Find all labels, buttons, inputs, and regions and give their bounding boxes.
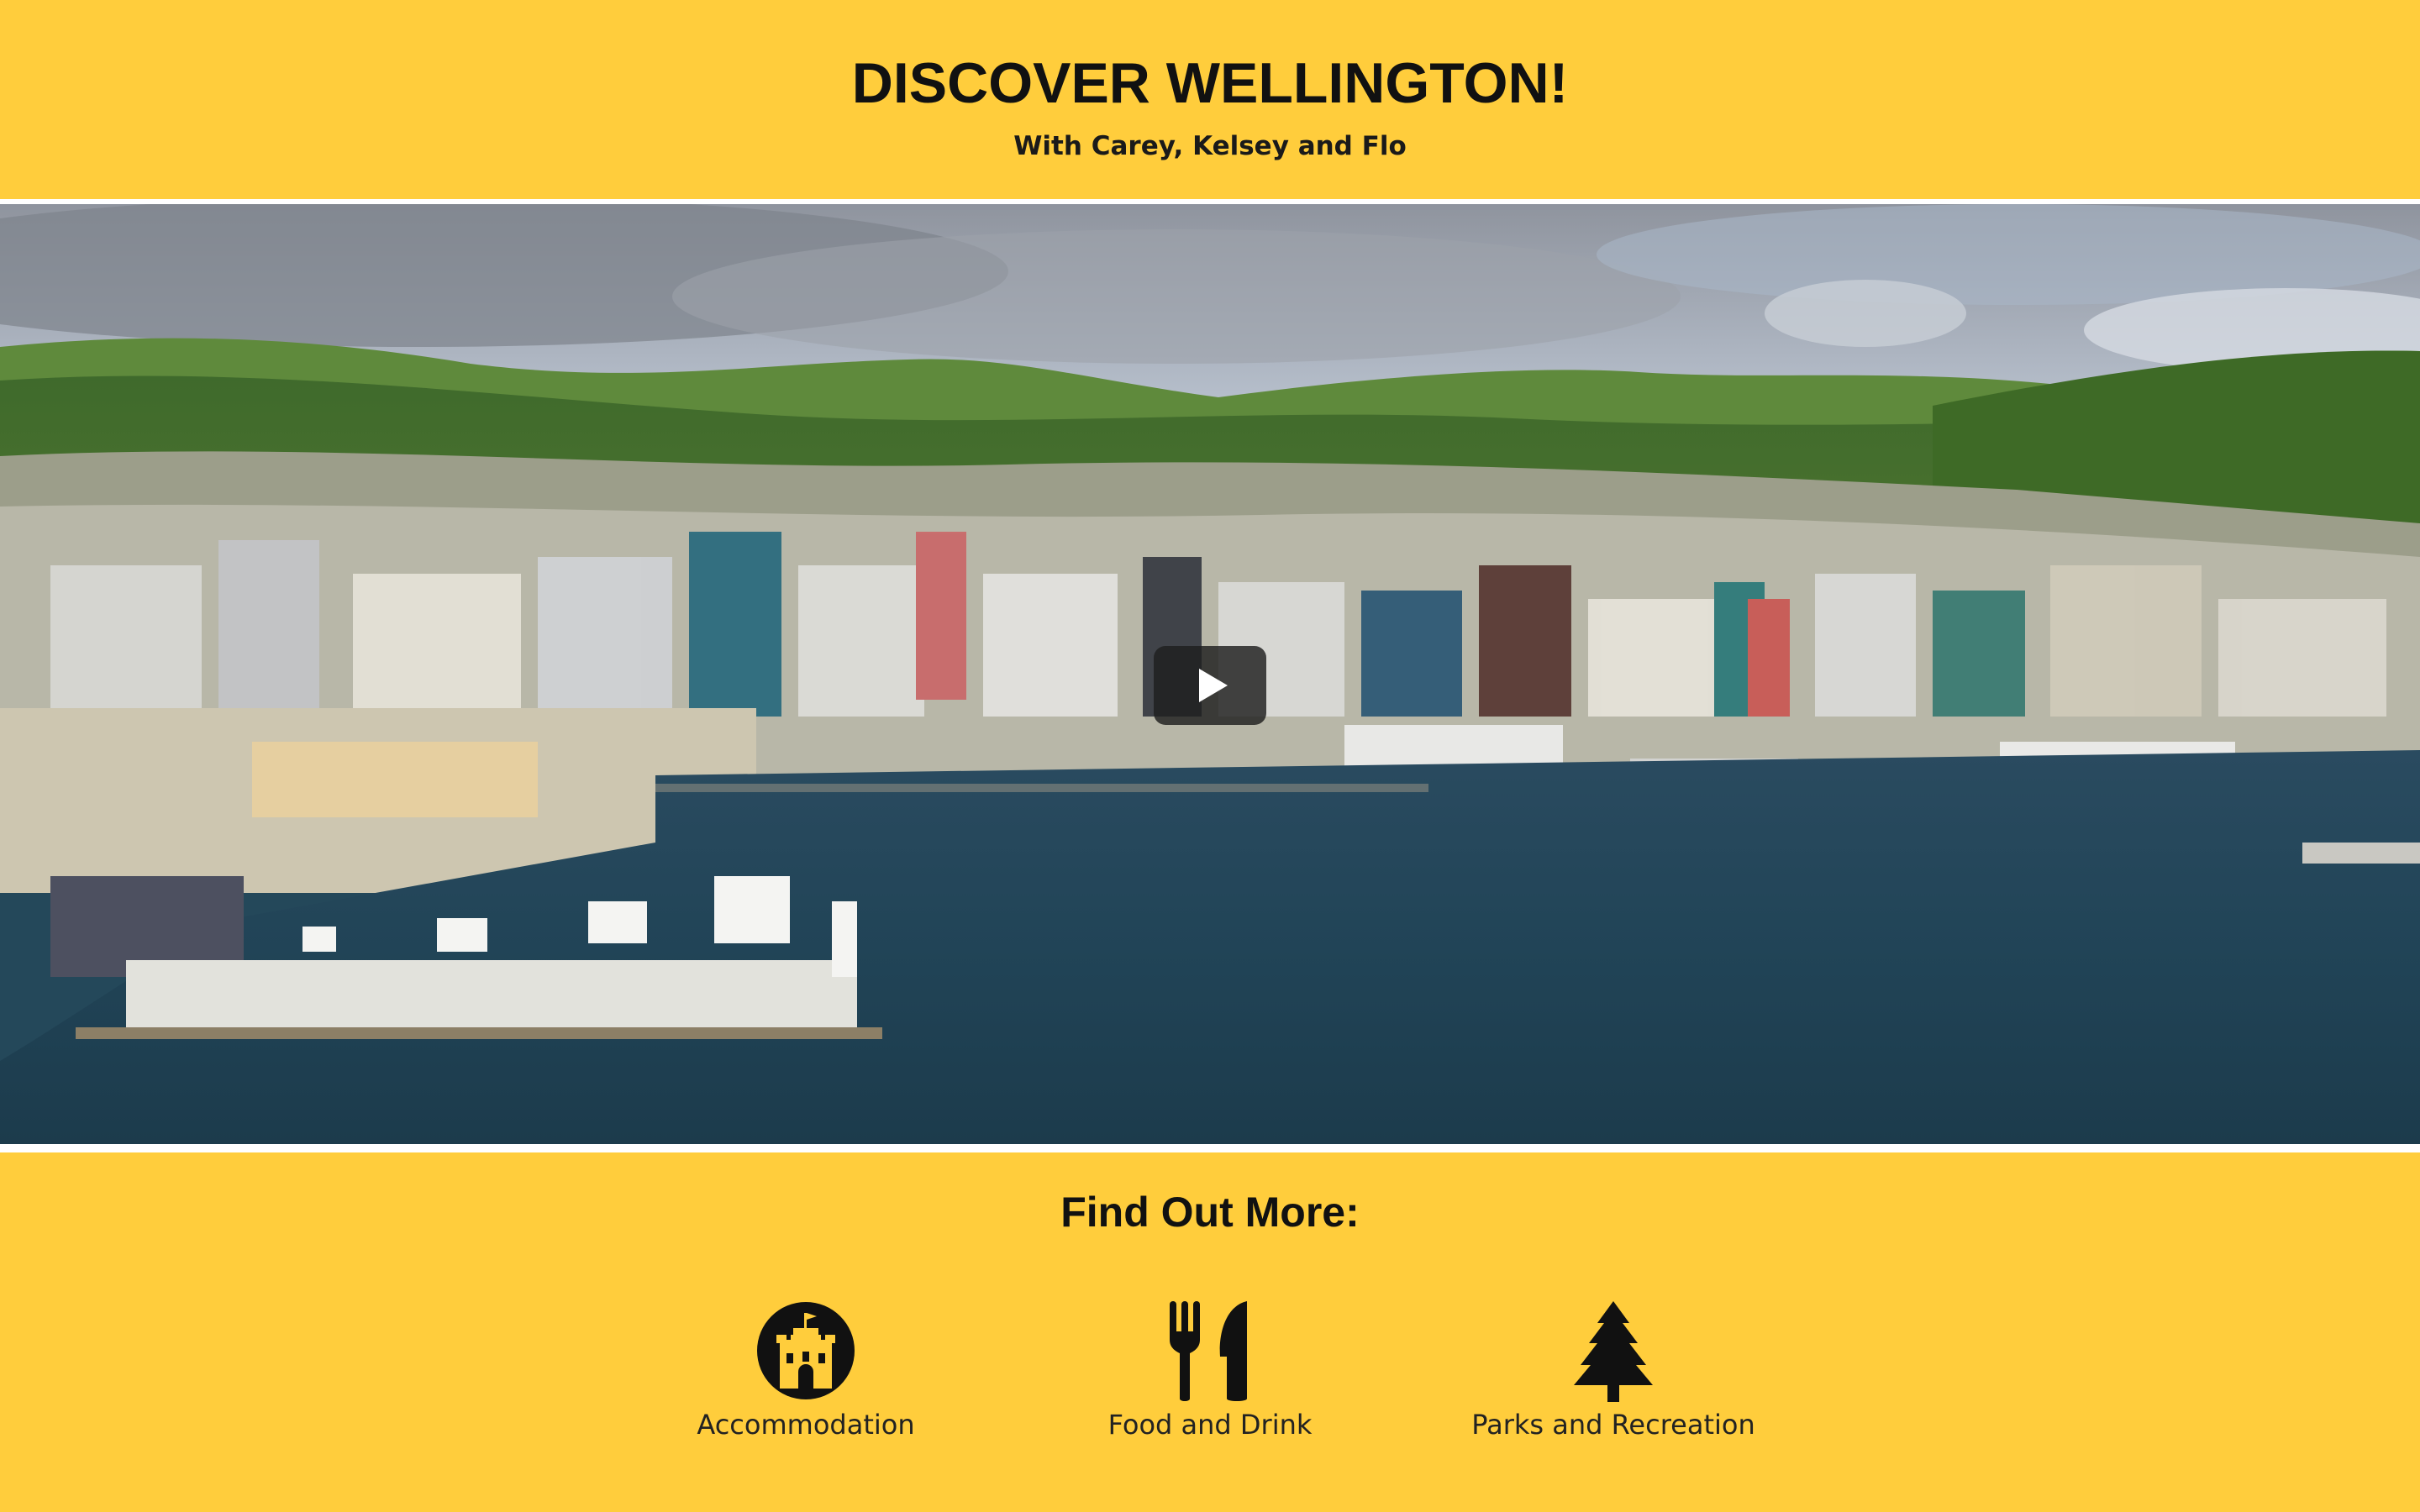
link-label-accommodation: Accommodation	[697, 1409, 915, 1441]
link-accommodation[interactable]: Accommodation	[629, 1301, 982, 1441]
link-label-parks-and-recreation: Parks and Recreation	[1471, 1409, 1755, 1441]
page-subtitle: With Carey, Kelsey and Flo	[1013, 131, 1407, 161]
page-header: DISCOVER WELLINGTON! With Carey, Kelsey …	[0, 0, 2420, 199]
link-parks-and-recreation[interactable]: Parks and Recreation	[1437, 1301, 1790, 1441]
find-out-more-section: Find Out More: Accommodation Food and Dr…	[0, 1152, 2420, 1512]
video-player[interactable]	[0, 204, 2420, 1144]
castle-icon	[629, 1301, 982, 1402]
find-out-more-title: Find Out More:	[1060, 1189, 1360, 1236]
page-title: DISCOVER WELLINGTON!	[851, 51, 1569, 115]
tree-icon	[1437, 1301, 1790, 1402]
category-links: Accommodation Food and Drink Parks and R…	[0, 1301, 2420, 1452]
link-label-food-and-drink: Food and Drink	[1107, 1409, 1313, 1441]
play-icon	[1199, 669, 1228, 702]
hero-section	[0, 199, 2420, 1152]
link-food-and-drink[interactable]: Food and Drink	[1034, 1301, 1386, 1441]
fork-knife-icon	[1034, 1301, 1386, 1402]
play-button[interactable]	[1154, 646, 1266, 725]
